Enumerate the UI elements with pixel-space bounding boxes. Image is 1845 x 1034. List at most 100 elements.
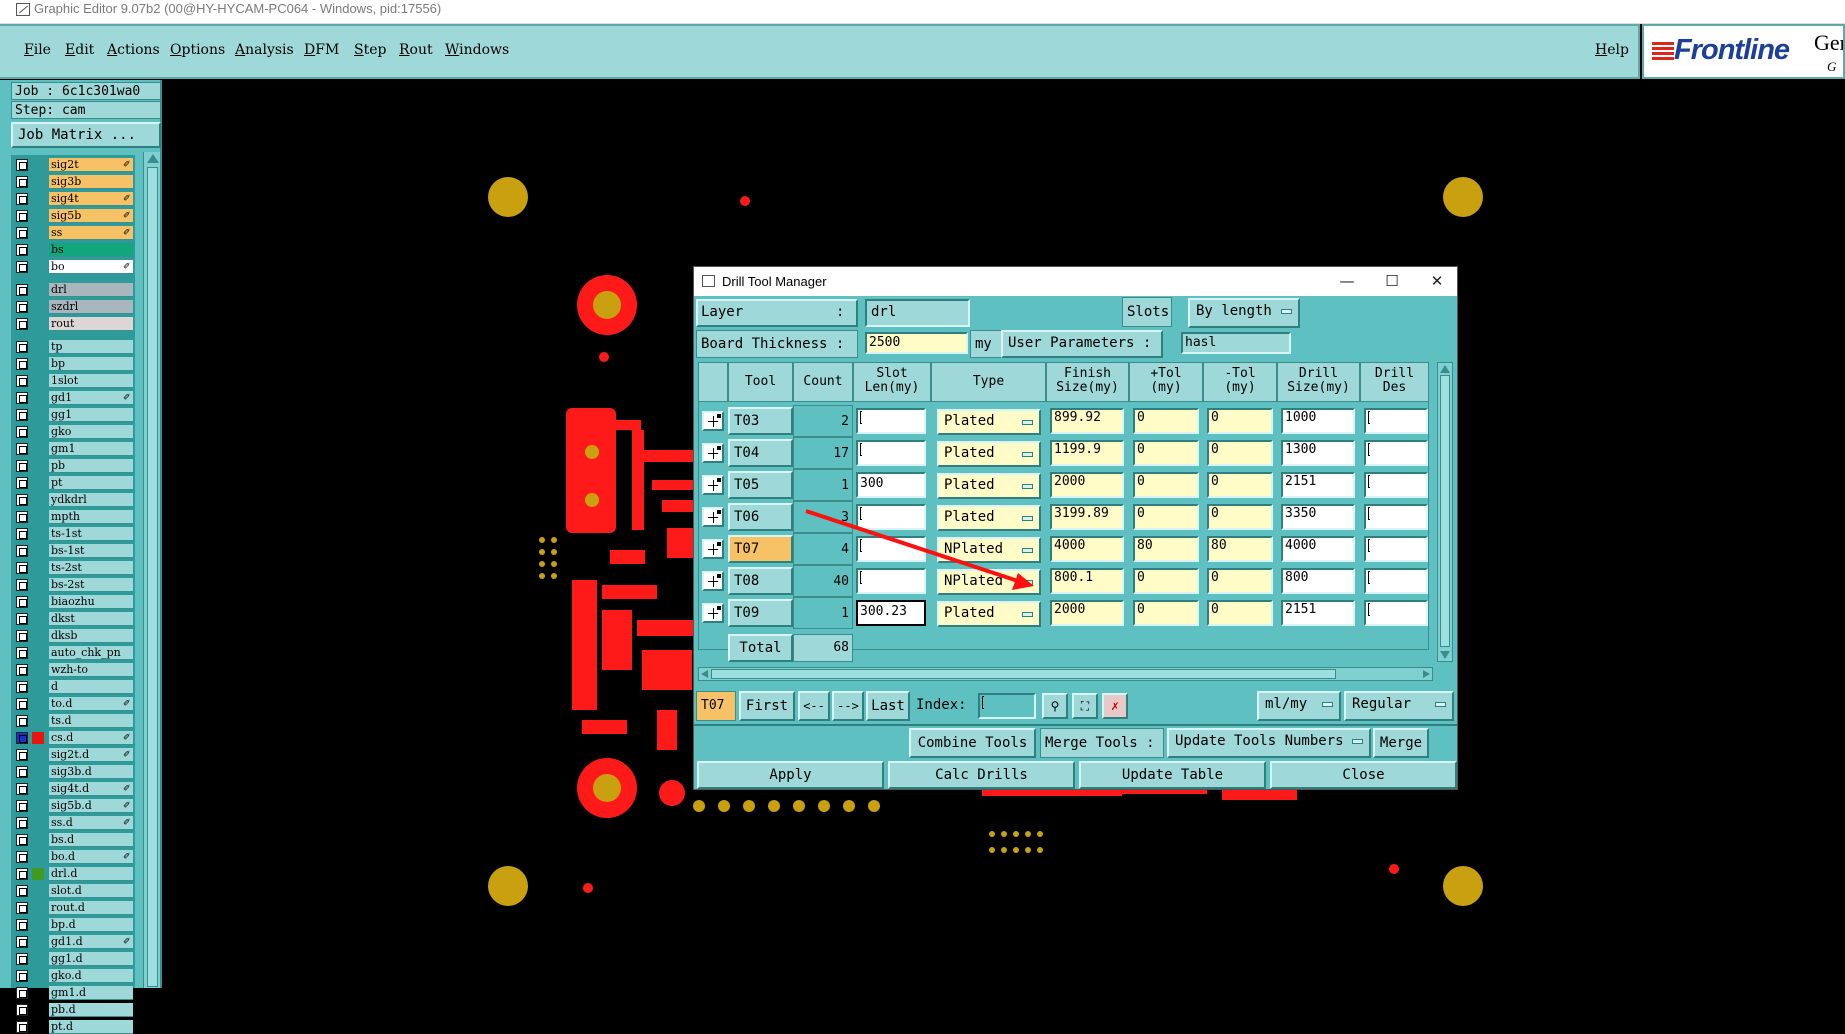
layer-row[interactable]: sig5b.d ✐	[15, 799, 135, 813]
layer-name[interactable]: bp	[49, 357, 133, 371]
layer-name[interactable]: sig2t.d	[49, 748, 133, 762]
update-table-button[interactable]: Update Table	[1079, 761, 1266, 789]
layer-checkbox[interactable]	[16, 868, 28, 880]
menu-dfm[interactable]: DFM	[304, 42, 339, 58]
drill-des-field[interactable]	[1364, 504, 1428, 530]
first-button[interactable]: First	[739, 691, 795, 721]
slot-length-field[interactable]: 300	[856, 472, 926, 498]
layer-name[interactable]: sig2t	[49, 158, 133, 172]
layer-name[interactable]: drl.d	[49, 867, 133, 881]
layer-checkbox[interactable]	[16, 664, 28, 676]
layer-row[interactable]: cs.d ✐	[15, 731, 135, 745]
layer-row[interactable]: auto_chk_pn	[15, 646, 135, 660]
layer-row[interactable]: ss.d ✐	[15, 816, 135, 830]
layer-row[interactable]: drl.d	[15, 867, 135, 881]
layer-row[interactable]: bs-2st	[15, 578, 135, 592]
layer-checkbox[interactable]	[16, 902, 28, 914]
layer-row[interactable]: mpth	[15, 510, 135, 524]
slot-length-field[interactable]	[856, 504, 926, 530]
plus-tol-field[interactable]: 0	[1133, 472, 1199, 498]
type-option[interactable]: Plated	[937, 505, 1041, 531]
minimize-icon[interactable]: —	[1324, 267, 1370, 296]
layer-row[interactable]: gko.d	[15, 969, 135, 983]
layer-row[interactable]: szdrl	[15, 300, 135, 314]
layer-checkbox[interactable]	[16, 545, 28, 557]
plus-tol-field[interactable]: 0	[1133, 504, 1199, 530]
layer-row[interactable]: biaozhu	[15, 595, 135, 609]
drill-des-field[interactable]	[1364, 536, 1428, 562]
expand-row-icon[interactable]	[702, 539, 724, 559]
layer-row[interactable]: gm1.d	[15, 986, 135, 1000]
menu-step[interactable]: Step	[354, 42, 386, 58]
layer-checkbox[interactable]	[16, 613, 28, 625]
plus-tol-field[interactable]: 80	[1133, 536, 1199, 562]
tool-button[interactable]: T06	[728, 503, 793, 531]
layer-name[interactable]: mpth	[49, 510, 133, 524]
layer-row[interactable]: d	[15, 680, 135, 694]
layer-row[interactable]: sig4t.d ✐	[15, 782, 135, 796]
combine-tools-button[interactable]: Combine Tools	[909, 728, 1036, 758]
layer-name[interactable]: sig4t.d	[49, 782, 133, 796]
layer-name[interactable]: ts.d	[49, 714, 133, 728]
minus-tol-field[interactable]: 0	[1207, 472, 1273, 498]
layer-row[interactable]: ss ✐	[15, 226, 135, 240]
layer-row[interactable]: 1slot	[15, 374, 135, 388]
layer-name[interactable]: ydkdrl	[49, 493, 133, 507]
slots-option[interactable]: By length	[1188, 298, 1300, 328]
layer-name[interactable]: to.d	[49, 697, 133, 711]
layer-name[interactable]: gm1	[49, 442, 133, 456]
finish-size-field[interactable]: 3199.89	[1050, 504, 1124, 530]
layer-checkbox[interactable]	[16, 210, 28, 222]
find-icon-button[interactable]: ⚲	[1042, 693, 1068, 719]
layer-checkbox[interactable]	[16, 681, 28, 693]
layer-name[interactable]: szdrl	[49, 300, 133, 314]
layer-checkbox[interactable]	[16, 261, 28, 273]
layer-row[interactable]: dksb	[15, 629, 135, 643]
type-option[interactable]: NPlated	[937, 569, 1041, 595]
last-button[interactable]: Last	[866, 691, 910, 721]
layer-name[interactable]: dksb	[49, 629, 133, 643]
layer-name[interactable]: d	[49, 680, 133, 694]
layer-checkbox[interactable]	[16, 596, 28, 608]
type-option[interactable]: NPlated	[937, 537, 1041, 563]
drill-des-field[interactable]	[1364, 408, 1428, 434]
finish-size-field[interactable]: 1199.9	[1050, 440, 1124, 466]
layer-name[interactable]: bp.d	[49, 918, 133, 932]
layer-row[interactable]: ts-2st	[15, 561, 135, 575]
type-option[interactable]: Plated	[937, 473, 1041, 499]
layer-row[interactable]: bs.d	[15, 833, 135, 847]
slot-length-field[interactable]	[856, 536, 926, 562]
type-option[interactable]: Plated	[937, 601, 1041, 627]
layer-name[interactable]: ss	[49, 226, 133, 240]
layer-name[interactable]: sig4t	[49, 192, 133, 206]
layer-name[interactable]: bs.d	[49, 833, 133, 847]
layer-name[interactable]: bs-2st	[49, 578, 133, 592]
finish-size-field[interactable]: 4000	[1050, 536, 1124, 562]
layer-checkbox[interactable]	[16, 494, 28, 506]
finish-size-field[interactable]: 899.92	[1050, 408, 1124, 434]
menu-options[interactable]: Options	[170, 42, 225, 58]
layer-checkbox[interactable]	[16, 783, 28, 795]
expand-row-icon[interactable]	[702, 411, 724, 431]
tool-button[interactable]: T04	[728, 439, 793, 467]
layer-name[interactable]: ss.d	[49, 816, 133, 830]
layer-name[interactable]: gko	[49, 425, 133, 439]
layer-row[interactable]: drl	[15, 283, 135, 297]
menu-windows[interactable]: Windows	[445, 42, 509, 58]
layer-checkbox[interactable]	[16, 244, 28, 256]
layer-name[interactable]: tp	[49, 340, 133, 354]
layer-row[interactable]: sig3b.d	[15, 765, 135, 779]
select-icon-button[interactable]: ⛶	[1072, 693, 1098, 719]
layer-checkbox[interactable]	[16, 749, 28, 761]
layer-checkbox[interactable]	[16, 800, 28, 812]
layer-row[interactable]: gg1.d	[15, 952, 135, 966]
layer-name[interactable]: biaozhu	[49, 595, 133, 609]
user-parameters-field[interactable]: hasl	[1181, 332, 1291, 354]
layer-name[interactable]: auto_chk_pn	[49, 646, 133, 660]
layer-row[interactable]: bo ✐	[15, 260, 135, 274]
plus-tol-field[interactable]: 0	[1133, 408, 1199, 434]
layer-checkbox[interactable]	[16, 341, 28, 353]
layer-checkbox[interactable]	[16, 562, 28, 574]
layer-checkbox[interactable]	[16, 851, 28, 863]
layer-name[interactable]: gm1.d	[49, 986, 133, 1000]
